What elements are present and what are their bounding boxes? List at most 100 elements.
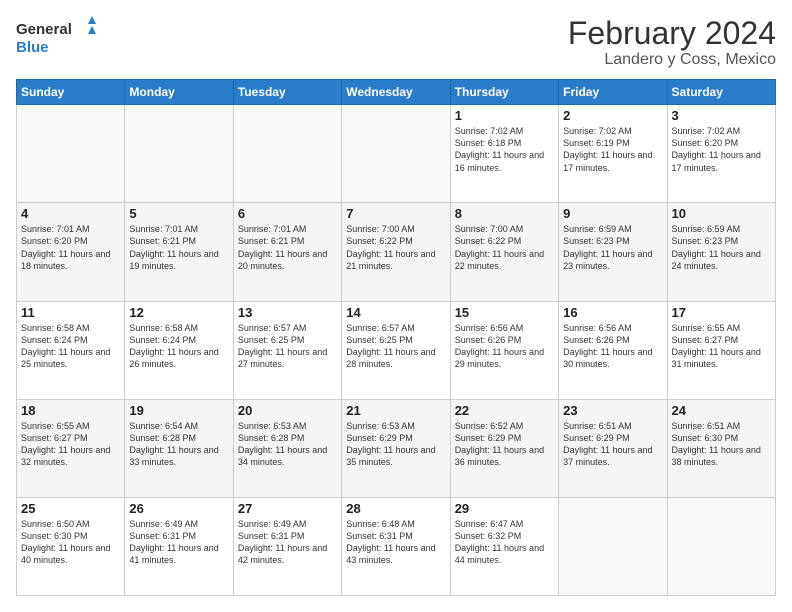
calendar-header: SundayMondayTuesdayWednesdayThursdayFrid… xyxy=(17,80,776,105)
calendar-cell: 3 Sunrise: 7:02 AM Sunset: 6:20 PM Daylig… xyxy=(667,105,775,203)
calendar-table: SundayMondayTuesdayWednesdayThursdayFrid… xyxy=(16,79,776,596)
day-number: 6 xyxy=(238,206,337,221)
calendar-cell: 28 Sunrise: 6:48 AM Sunset: 6:31 PM Dayli… xyxy=(342,497,450,595)
calendar-cell: 15 Sunrise: 6:56 AM Sunset: 6:26 PM Dayli… xyxy=(450,301,558,399)
day-number: 10 xyxy=(672,206,771,221)
day-number: 25 xyxy=(21,501,120,516)
calendar-cell xyxy=(559,497,667,595)
calendar-cell: 4 Sunrise: 7:01 AM Sunset: 6:20 PM Daylig… xyxy=(17,203,125,301)
calendar-cell xyxy=(342,105,450,203)
header-monday: Monday xyxy=(125,80,233,105)
day-number: 1 xyxy=(455,108,554,123)
day-info: Sunrise: 6:55 AM Sunset: 6:27 PM Dayligh… xyxy=(21,420,120,469)
day-number: 12 xyxy=(129,305,228,320)
day-info: Sunrise: 6:55 AM Sunset: 6:27 PM Dayligh… xyxy=(672,322,771,371)
header-tuesday: Tuesday xyxy=(233,80,341,105)
day-info: Sunrise: 6:59 AM Sunset: 6:23 PM Dayligh… xyxy=(672,223,771,272)
day-number: 13 xyxy=(238,305,337,320)
calendar-cell: 11 Sunrise: 6:58 AM Sunset: 6:24 PM Dayli… xyxy=(17,301,125,399)
calendar-cell xyxy=(667,497,775,595)
day-info: Sunrise: 6:57 AM Sunset: 6:25 PM Dayligh… xyxy=(346,322,445,371)
calendar-cell: 27 Sunrise: 6:49 AM Sunset: 6:31 PM Dayli… xyxy=(233,497,341,595)
day-number: 14 xyxy=(346,305,445,320)
svg-text:Blue: Blue xyxy=(16,39,49,56)
day-info: Sunrise: 7:01 AM Sunset: 6:21 PM Dayligh… xyxy=(129,223,228,272)
calendar-cell: 25 Sunrise: 6:50 AM Sunset: 6:30 PM Dayli… xyxy=(17,497,125,595)
week-row-5: 25 Sunrise: 6:50 AM Sunset: 6:30 PM Dayli… xyxy=(17,497,776,595)
day-number: 15 xyxy=(455,305,554,320)
week-row-3: 11 Sunrise: 6:58 AM Sunset: 6:24 PM Dayli… xyxy=(17,301,776,399)
day-info: Sunrise: 6:51 AM Sunset: 6:29 PM Dayligh… xyxy=(563,420,662,469)
day-number: 19 xyxy=(129,403,228,418)
day-number: 3 xyxy=(672,108,771,123)
day-info: Sunrise: 6:56 AM Sunset: 6:26 PM Dayligh… xyxy=(455,322,554,371)
day-number: 23 xyxy=(563,403,662,418)
calendar-cell: 6 Sunrise: 7:01 AM Sunset: 6:21 PM Daylig… xyxy=(233,203,341,301)
day-info: Sunrise: 6:58 AM Sunset: 6:24 PM Dayligh… xyxy=(21,322,120,371)
header-sunday: Sunday xyxy=(17,80,125,105)
calendar-cell: 19Sunrise: 6:54 AM Sunset: 6:28 PM Dayli… xyxy=(125,399,233,497)
day-number: 21 xyxy=(346,403,445,418)
day-info: Sunrise: 7:00 AM Sunset: 6:22 PM Dayligh… xyxy=(455,223,554,272)
day-number: 28 xyxy=(346,501,445,516)
calendar-cell: 5Sunrise: 7:01 AM Sunset: 6:21 PM Daylig… xyxy=(125,203,233,301)
day-number: 11 xyxy=(21,305,120,320)
day-info: Sunrise: 7:01 AM Sunset: 6:21 PM Dayligh… xyxy=(238,223,337,272)
header-friday: Friday xyxy=(559,80,667,105)
calendar-cell: 10 Sunrise: 6:59 AM Sunset: 6:23 PM Dayli… xyxy=(667,203,775,301)
day-info: Sunrise: 6:53 AM Sunset: 6:29 PM Dayligh… xyxy=(346,420,445,469)
day-info: Sunrise: 6:48 AM Sunset: 6:31 PM Dayligh… xyxy=(346,518,445,567)
day-number: 17 xyxy=(672,305,771,320)
day-info: Sunrise: 6:53 AM Sunset: 6:28 PM Dayligh… xyxy=(238,420,337,469)
day-info: Sunrise: 6:56 AM Sunset: 6:26 PM Dayligh… xyxy=(563,322,662,371)
header-row: SundayMondayTuesdayWednesdayThursdayFrid… xyxy=(17,80,776,105)
day-number: 22 xyxy=(455,403,554,418)
calendar-cell: 23 Sunrise: 6:51 AM Sunset: 6:29 PM Dayli… xyxy=(559,399,667,497)
day-info: Sunrise: 7:02 AM Sunset: 6:18 PM Dayligh… xyxy=(455,125,554,174)
header-saturday: Saturday xyxy=(667,80,775,105)
day-number: 27 xyxy=(238,501,337,516)
day-number: 9 xyxy=(563,206,662,221)
day-info: Sunrise: 7:01 AM Sunset: 6:20 PM Dayligh… xyxy=(21,223,120,272)
title-block: February 2024 Landero y Coss, Mexico xyxy=(568,16,776,69)
day-info: Sunrise: 6:51 AM Sunset: 6:30 PM Dayligh… xyxy=(672,420,771,469)
day-number: 4 xyxy=(21,206,120,221)
logo: General Blue xyxy=(16,16,96,58)
calendar-cell xyxy=(125,105,233,203)
calendar-cell: 17 Sunrise: 6:55 AM Sunset: 6:27 PM Dayli… xyxy=(667,301,775,399)
page: General Blue February 2024 Landero y Cos… xyxy=(0,0,792,612)
calendar-cell xyxy=(17,105,125,203)
location-subtitle: Landero y Coss, Mexico xyxy=(568,51,776,69)
day-info: Sunrise: 7:00 AM Sunset: 6:22 PM Dayligh… xyxy=(346,223,445,272)
calendar-cell: 24 Sunrise: 6:51 AM Sunset: 6:30 PM Dayli… xyxy=(667,399,775,497)
day-number: 24 xyxy=(672,403,771,418)
calendar-cell: 21 Sunrise: 6:53 AM Sunset: 6:29 PM Dayli… xyxy=(342,399,450,497)
day-number: 20 xyxy=(238,403,337,418)
day-info: Sunrise: 6:57 AM Sunset: 6:25 PM Dayligh… xyxy=(238,322,337,371)
calendar-cell: 7Sunrise: 7:00 AM Sunset: 6:22 PM Daylig… xyxy=(342,203,450,301)
day-info: Sunrise: 6:49 AM Sunset: 6:31 PM Dayligh… xyxy=(129,518,228,567)
day-info: Sunrise: 7:02 AM Sunset: 6:20 PM Dayligh… xyxy=(672,125,771,174)
day-number: 8 xyxy=(455,206,554,221)
day-number: 16 xyxy=(563,305,662,320)
day-info: Sunrise: 6:58 AM Sunset: 6:24 PM Dayligh… xyxy=(129,322,228,371)
day-number: 29 xyxy=(455,501,554,516)
week-row-2: 4 Sunrise: 7:01 AM Sunset: 6:20 PM Daylig… xyxy=(17,203,776,301)
day-info: Sunrise: 6:49 AM Sunset: 6:31 PM Dayligh… xyxy=(238,518,337,567)
month-year-title: February 2024 xyxy=(568,16,776,51)
calendar-body: 1 Sunrise: 7:02 AM Sunset: 6:18 PM Daylig… xyxy=(17,105,776,596)
day-info: Sunrise: 6:52 AM Sunset: 6:29 PM Dayligh… xyxy=(455,420,554,469)
day-number: 18 xyxy=(21,403,120,418)
week-row-1: 1 Sunrise: 7:02 AM Sunset: 6:18 PM Daylig… xyxy=(17,105,776,203)
calendar-cell: 14 Sunrise: 6:57 AM Sunset: 6:25 PM Dayli… xyxy=(342,301,450,399)
calendar-cell: 18 Sunrise: 6:55 AM Sunset: 6:27 PM Dayli… xyxy=(17,399,125,497)
day-info: Sunrise: 6:47 AM Sunset: 6:32 PM Dayligh… xyxy=(455,518,554,567)
calendar-cell: 13 Sunrise: 6:57 AM Sunset: 6:25 PM Dayli… xyxy=(233,301,341,399)
calendar-cell: 1 Sunrise: 7:02 AM Sunset: 6:18 PM Daylig… xyxy=(450,105,558,203)
day-number: 2 xyxy=(563,108,662,123)
logo-svg: General Blue xyxy=(16,16,96,58)
day-info: Sunrise: 6:50 AM Sunset: 6:30 PM Dayligh… xyxy=(21,518,120,567)
calendar-cell: 20 Sunrise: 6:53 AM Sunset: 6:28 PM Dayli… xyxy=(233,399,341,497)
day-info: Sunrise: 6:59 AM Sunset: 6:23 PM Dayligh… xyxy=(563,223,662,272)
svg-text:General: General xyxy=(16,21,72,38)
